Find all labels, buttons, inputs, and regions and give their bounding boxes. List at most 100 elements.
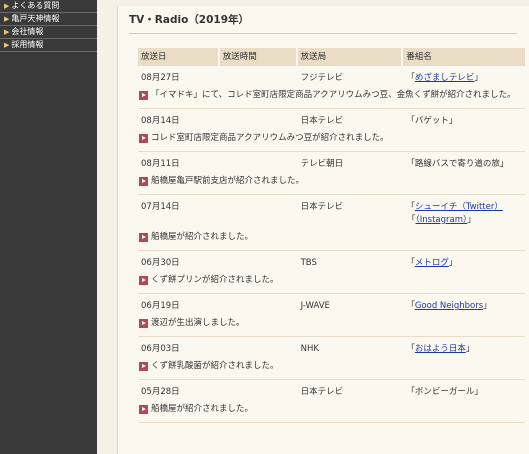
column-header-time: 放送時間 [219,48,296,66]
table-row: 06月19日 J-WAVE 「Good Neighbors」渡辺が生出演しました。 [138,294,525,337]
row-description: 渡辺が生出演しました。 [138,311,525,336]
triangle-right-icon: ▶ [4,15,10,23]
broadcast-station: NHK [300,344,319,354]
broadcast-date: 08月14日 [141,116,180,126]
description-text: くず餅乳酸菌が紹介されました。 [151,361,279,371]
program-name: 「バゲット」 [403,114,525,126]
description-text: 渡辺が生出演しました。 [151,318,245,328]
broadcast-station: フジテレビ [300,73,344,83]
table-row: 08月27日 フジテレビ 「めざましテレビ」「イマドキ」にて、コレド室町店限定商品ア… [138,66,525,109]
row-meta: 06月19日 J-WAVE 「Good Neighbors」 [138,294,525,311]
play-bullet-icon [139,319,148,328]
triangle-right-icon: ▶ [4,2,10,10]
broadcast-date: 05月28日 [141,387,180,397]
broadcast-station: 日本テレビ [300,387,344,397]
program-bracket: 「 [407,215,416,225]
program-bracket: 「 [406,344,415,354]
broadcast-date: 06月19日 [141,301,180,311]
program-name: 「Good Neighbors」 [403,299,525,311]
sidebar-item-label: 亀戸天神情報 [11,14,60,23]
description-text: コレド室町店限定商品アクアリウムみつ豆が紹介されました。 [151,133,389,143]
program-bracket: 「 [406,301,415,311]
row-description: くず餅プリンが紹介されました。 [138,268,525,293]
program-title: 「バゲット」 [406,116,458,126]
row-description: コレド室町店限定商品アクアリウムみつ豆が紹介されました。 [138,126,525,151]
row-description: 船橋屋が紹介されました。 [138,225,525,250]
table-row: 08月11日 テレビ朝日 「路線バスで寄り道の旅」船橋屋亀戸駅前支店が紹介されました… [138,152,525,195]
program-name: 「めざましテレビ」 [403,71,525,83]
row-meta: 08月14日 日本テレビ 「バゲット」 [138,109,525,126]
play-bullet-icon [139,276,148,285]
triangle-right-icon: ▶ [4,41,10,49]
program-link[interactable]: Good Neighbors [415,301,483,311]
program-name: 「シューイチ（Twitter） [403,200,525,212]
main-content: TV・Radio（2019年） 放送日 放送時間 放送局 番組名 08月27日 フ… [117,6,529,454]
row-meta: 08月27日 フジテレビ 「めざましテレビ」 [138,66,525,83]
broadcast-station: テレビ朝日 [300,159,344,169]
program-link[interactable]: （Instagram） [416,215,468,225]
page-title: TV・Radio（2019年） [129,12,517,34]
program-name: 「（Instagram）」 [404,213,476,225]
broadcast-date: 08月27日 [141,73,180,83]
sidebar-item[interactable]: ▶ 採用情報 [0,39,97,52]
row-description: 船橋屋が紹介されました。 [138,397,525,422]
row-meta-line2: 「（Instagram）」 [138,212,525,225]
program-bracket: 」 [465,344,475,354]
broadcast-date: 06月30日 [141,258,180,268]
description-text: 船橋屋が紹介されました。 [151,232,254,242]
description-text: 船橋屋亀戸駅前支店が紹介されました。 [151,176,305,186]
play-bullet-icon [139,362,148,371]
description-text: 船橋屋が紹介されました。 [151,404,254,414]
program-link[interactable]: メトログ [415,258,449,268]
table-header: 放送日 放送時間 放送局 番組名 [138,48,525,66]
program-bracket: 」 [483,301,492,311]
play-bullet-icon [139,177,148,186]
program-title: 「ボンビーガール」 [406,387,483,397]
table-row: 07月14日 日本テレビ 「シューイチ（Twitter） 「（Instagram）」船… [138,195,525,251]
sidebar: ▶ よくある質問 ▶ 亀戸天神情報 ▶ 会社情報 ▶ 採用情報 [0,0,97,454]
broadcast-date: 07月14日 [141,202,180,212]
program-bracket: 」 [467,215,476,225]
sidebar-item-label: 採用情報 [11,40,44,49]
row-description: 船橋屋亀戸駅前支店が紹介されました。 [138,169,525,194]
program-bracket: 「 [406,258,415,268]
sidebar-item-label: よくある質問 [11,1,60,10]
program-bracket: 」 [474,73,483,83]
row-meta: 06月30日 TBS 「メトログ」 [138,251,525,268]
table-row: 05月28日 日本テレビ 「ボンビーガール」船橋屋が紹介されました。 [138,380,525,423]
table-row: 06月30日 TBS 「メトログ」 くず餅プリンが紹介されました。 [138,251,525,294]
description-text: 「イマドキ」にて、コレド室町店限定商品アクアリウムみつ豆、金魚くず餅が紹介されま… [151,90,516,100]
broadcast-station: 日本テレビ [300,116,344,126]
sidebar-item[interactable]: ▶ 亀戸天神情報 [0,13,97,26]
program-link[interactable]: めざましテレビ [415,73,475,83]
row-description: 「イマドキ」にて、コレド室町店限定商品アクアリウムみつ豆、金魚くず餅が紹介されま… [138,83,525,108]
column-header-station: 放送局 [297,48,402,66]
program-name: 「メトログ」 [403,256,525,268]
play-bullet-icon [139,405,148,414]
program-bracket: 「 [406,73,415,83]
play-bullet-icon [139,233,148,242]
table-row: 08月14日 日本テレビ 「バゲット」コレド室町店限定商品アクアリウムみつ豆が紹介さ… [138,109,525,152]
sidebar-item[interactable]: ▶ 会社情報 [0,26,97,39]
program-name: 「おはよう日本」 [403,342,525,354]
play-bullet-icon [139,91,148,100]
row-meta: 08月11日 テレビ朝日 「路線バスで寄り道の旅」 [138,152,525,169]
triangle-right-icon: ▶ [4,28,10,36]
program-name: 「路線バスで寄り道の旅」 [403,157,525,169]
program-link[interactable]: シューイチ（Twitter） [415,202,503,212]
play-bullet-icon [139,134,148,143]
row-meta: 06月03日 NHK 「おはよう日本」 [138,337,525,354]
program-link[interactable]: おはよう日本 [415,344,466,354]
sidebar-item[interactable]: ▶ よくある質問 [0,0,97,13]
program-bracket: 」 [448,258,458,268]
column-header-date: 放送日 [138,48,218,66]
broadcast-station: TBS [300,258,317,268]
broadcast-station: 日本テレビ [300,202,344,212]
sidebar-item-label: 会社情報 [11,27,44,36]
column-header-program: 番組名 [403,48,525,66]
broadcast-date: 08月11日 [141,159,180,169]
row-description: くず餅乳酸菌が紹介されました。 [138,354,525,379]
program-title: 「路線バスで寄り道の旅」 [406,159,509,169]
row-meta: 05月28日 日本テレビ 「ボンビーガール」 [138,380,525,397]
program-name: 「ボンビーガール」 [403,385,525,397]
